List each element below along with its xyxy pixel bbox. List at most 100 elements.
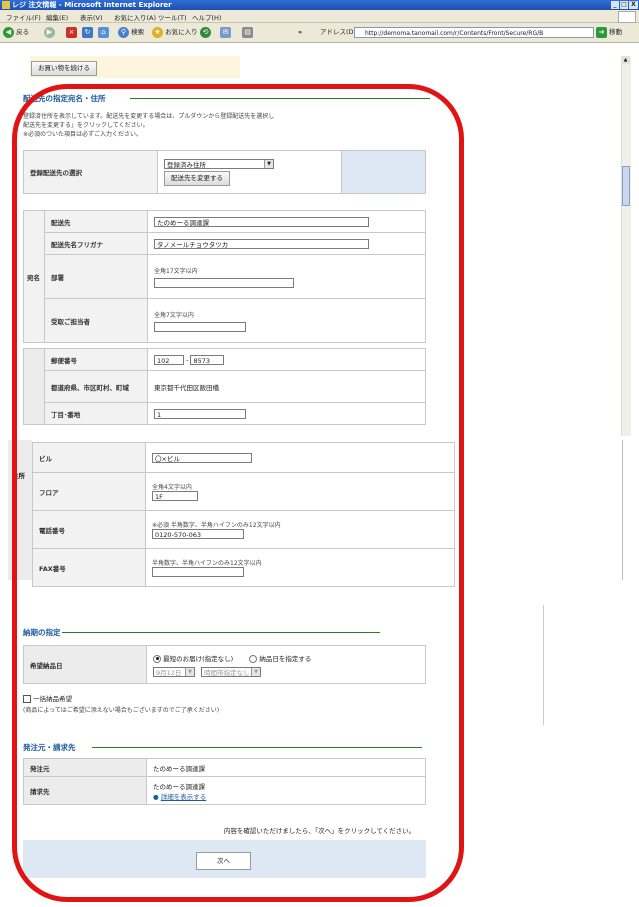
search-icon: ⚲ xyxy=(118,26,129,38)
pref-value: 東京都千代田区飯田橋 xyxy=(147,370,426,403)
billing-label: 請求先 xyxy=(23,776,147,805)
refresh-icon: ↻ xyxy=(82,26,93,38)
menu-tools[interactable]: ツール(T) xyxy=(158,12,187,22)
scrollbar-thumb[interactable] xyxy=(622,166,630,206)
zip-label: 郵便番号 xyxy=(44,348,148,371)
bulk-delivery-label: 一括納品希望 xyxy=(33,695,73,703)
radio-specify[interactable] xyxy=(249,654,258,663)
confirm-text: 内容を確認いただけましたら、「次へ」をクリックしてください。 xyxy=(223,827,416,835)
change-address-button[interactable]: 配送先を変更する xyxy=(164,170,230,186)
address-group-label: 住所 xyxy=(12,472,25,480)
delivery-date-title: 納期の指定 xyxy=(23,628,61,637)
tel-hint: ※必須 半角数字、半角ハイフンのみ12文字以内 xyxy=(152,522,281,529)
scroll-up-arrow-icon[interactable]: ▲ xyxy=(621,56,630,64)
bulk-delivery-checkbox[interactable] xyxy=(23,695,31,703)
minimize-button[interactable]: _ xyxy=(611,1,619,9)
chome-label: 丁目･番地 xyxy=(44,402,148,425)
bldg-input[interactable]: 〇×ビル xyxy=(152,452,252,463)
chevron-down-icon: ▼ xyxy=(185,667,194,676)
bulk-delivery-note: (商品によってはご希望に添えない場合もございますのでご了承ください) xyxy=(23,707,220,714)
person-hint: 全角7文字以内 xyxy=(154,311,194,319)
delivery-note-2: 配送先を変更する」をクリックしてください。 xyxy=(23,122,149,129)
next-button-wrap: 次へ xyxy=(196,852,251,870)
date-select[interactable]: 9月12日 ▼ xyxy=(153,666,195,677)
windows-logo-icon xyxy=(618,11,636,23)
tel-input[interactable]: 0120-570-063 xyxy=(152,529,244,539)
delivery-date-table: 希望納品日 最短のお届け(指定なし) 納品日を指定する 9月12日 ▼ 時間帯指定… xyxy=(23,645,426,684)
name-table: 宛名 配送先 たのめーる調達課 配送先名フリガナ タノメールチョウタツカ 部署 … xyxy=(23,210,426,343)
home-icon: ⌂ xyxy=(98,26,109,38)
favorites-button[interactable]: ★ お気に入り xyxy=(152,26,198,39)
time-select[interactable]: 時間帯指定なし ▼ xyxy=(201,666,262,677)
fastest-label: 最短のお届け(指定なし) xyxy=(163,654,234,663)
registered-address-table: 登録配送先の選択 登録済み住所 ▼ 配送先を変更する xyxy=(23,150,426,194)
floor-hint: 全角4文字以内 xyxy=(152,484,192,491)
floor-label: フロア xyxy=(32,472,146,511)
history-icon: ⟲ xyxy=(200,26,211,38)
delivery-date-rule xyxy=(62,632,380,633)
dept-input[interactable] xyxy=(154,277,294,288)
search-label: 検索 xyxy=(131,28,145,36)
chevron-down-icon: ▼ xyxy=(264,159,273,168)
registered-address-select-value: 登録済み住所 xyxy=(167,160,206,169)
chome-input[interactable]: 1 xyxy=(154,408,246,419)
continue-shopping-label: お買い物を続ける xyxy=(31,61,97,76)
floor-input[interactable]: 1F xyxy=(152,491,198,501)
delivery-section-rule xyxy=(130,98,430,99)
search-button[interactable]: ⚲ 検索 xyxy=(118,26,144,39)
forward-arrow-icon: ▶ xyxy=(44,26,55,38)
address-bar[interactable]: http://demoma.tanomail.com/r/Contents/Fr… xyxy=(354,27,594,38)
address-table-bottom: ビル 〇×ビル フロア 全角4文字以内 1F 電話番号 ※必須 半角数字、半角ハイ… xyxy=(32,442,455,587)
zip1-input[interactable]: 102 xyxy=(154,354,184,365)
registered-address-blue-panel xyxy=(341,150,426,194)
menu-edit[interactable]: 編集(E) xyxy=(46,12,68,22)
kana-input[interactable]: タノメールチョウタツカ xyxy=(154,238,369,249)
billing-value: たのめーる調達課 xyxy=(153,782,205,791)
favorites-label: お気に入り xyxy=(165,28,198,36)
history-button[interactable]: ⟲ xyxy=(200,26,211,39)
details-link[interactable]: 詳細を表示する xyxy=(161,793,207,801)
refresh-button[interactable]: ↻ xyxy=(82,26,93,39)
menu-favorites[interactable]: お気に入り(A) xyxy=(114,12,156,22)
tel-label: 電話番号 xyxy=(32,510,146,549)
billing-section-rule xyxy=(92,747,422,748)
dest-label: 配送先 xyxy=(44,210,148,233)
person-input[interactable] xyxy=(154,321,246,332)
go-button[interactable]: ➜ 移動 xyxy=(596,26,622,39)
maximize-button[interactable]: □ xyxy=(620,1,628,9)
person-label: 受取ご担当者 xyxy=(44,298,148,343)
vertical-scrollbar[interactable] xyxy=(621,56,631,436)
radio-fastest[interactable] xyxy=(153,654,161,663)
print-button[interactable]: ▤ xyxy=(242,26,253,39)
mail-button[interactable]: ✉ xyxy=(220,26,231,39)
kana-label: 配送先名フリガナ xyxy=(44,232,148,255)
registered-address-select[interactable]: 登録済み住所 ▼ xyxy=(164,158,274,169)
address-label: アドレス(D) xyxy=(320,28,357,36)
print-icon: ▤ xyxy=(242,26,253,38)
bulk-delivery-row: 一括納品希望 (商品によってはご希望に添えない場合もございますのでご了承ください… xyxy=(23,693,219,714)
next-button[interactable]: 次へ xyxy=(196,852,251,870)
billing-section-title: 発注元・請求先 xyxy=(23,743,76,752)
close-button[interactable]: X xyxy=(629,1,638,9)
star-icon: ★ xyxy=(152,26,163,38)
ie-icon xyxy=(2,1,10,9)
forward-button[interactable]: ▶ xyxy=(44,26,55,39)
menu-file[interactable]: ファイル(F) xyxy=(6,12,41,22)
zip2-input[interactable]: 8573 xyxy=(190,354,225,365)
menu-view[interactable]: 表示(V) xyxy=(80,12,103,22)
stop-button[interactable]: × xyxy=(66,26,77,39)
toolbar-overflow[interactable]: » xyxy=(298,26,302,39)
address-url: http://demoma.tanomail.com/r/Contents/Fr… xyxy=(365,30,544,37)
back-button[interactable]: ◀ 戻る xyxy=(3,26,29,39)
continue-shopping-button[interactable]: お買い物を続ける xyxy=(31,61,97,76)
toolbar: ◀ 戻る ▶ × ↻ ⌂ ⚲ 検索 ★ お気に入り ⟲ ✉ ▤ » アドレス(D… xyxy=(0,23,639,43)
stop-icon: × xyxy=(66,26,77,38)
dest-input[interactable]: たのめーる調達課 xyxy=(154,216,369,227)
fax-input[interactable] xyxy=(152,567,244,577)
delivery-note-1: 登録済住所を表示しています。配送先を変更する場合は、プルダウンから登録配送先を選… xyxy=(23,113,275,120)
address-group-cell xyxy=(23,348,45,425)
menu-help[interactable]: ヘルプ(H) xyxy=(192,12,221,22)
home-button[interactable]: ⌂ xyxy=(98,26,109,39)
date-select-value: 9月12日 xyxy=(156,668,182,677)
time-select-value: 時間帯指定なし xyxy=(204,668,250,677)
